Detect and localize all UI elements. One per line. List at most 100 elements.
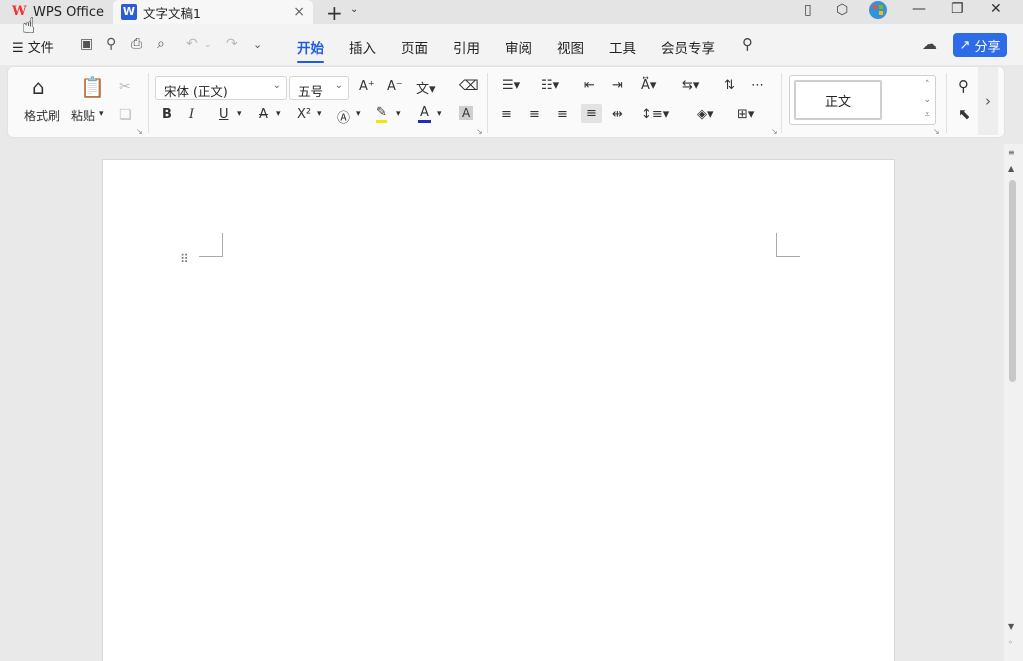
- text-effect-icon[interactable]: Ⓐ: [337, 107, 350, 126]
- text-effect-dropdown-icon[interactable]: ▾: [356, 109, 361, 119]
- paste-dropdown-icon[interactable]: ▾: [99, 109, 104, 119]
- underline-icon[interactable]: U: [219, 107, 229, 122]
- print-icon[interactable]: ⎙: [131, 36, 142, 52]
- underline-dropdown-icon[interactable]: ▾: [237, 109, 242, 119]
- align-right-icon[interactable]: ≡: [557, 107, 568, 122]
- share-button-label: 分享: [974, 39, 1001, 55]
- format-painter-button[interactable]: 格式刷: [24, 107, 60, 124]
- text-direction-icon[interactable]: A⃡▾: [641, 78, 656, 93]
- swap-icon[interactable]: ⇆▾: [682, 78, 699, 93]
- bullet-list-icon[interactable]: ☰▾: [502, 78, 520, 93]
- tab-insert[interactable]: 插入: [349, 37, 376, 57]
- new-tab-icon[interactable]: +: [326, 1, 343, 25]
- font-color-dropdown-icon[interactable]: ▾: [437, 109, 442, 119]
- bold-icon[interactable]: B: [162, 107, 172, 122]
- redo-icon[interactable]: ↷: [226, 36, 238, 52]
- character-shading-icon[interactable]: A: [459, 106, 474, 120]
- scrollbar-thumb[interactable]: [1009, 180, 1016, 382]
- search-icon[interactable]: ⚲: [742, 35, 753, 53]
- phonetic-guide-icon[interactable]: 文▾: [416, 78, 436, 97]
- decrease-indent-icon[interactable]: ⇤: [584, 78, 595, 93]
- tab-page[interactable]: 页面: [401, 37, 428, 57]
- cloud-icon[interactable]: ☁: [922, 35, 937, 53]
- font-color-icon[interactable]: A: [418, 105, 431, 123]
- layout-icon[interactable]: ▯: [804, 2, 812, 18]
- numbered-list-icon[interactable]: ☷▾: [541, 78, 559, 93]
- margin-marker-top-left: [199, 233, 223, 257]
- clear-format-icon[interactable]: ⌫: [459, 78, 479, 94]
- tab-view[interactable]: 视图: [557, 37, 584, 57]
- borders-icon[interactable]: ⊞▾: [737, 107, 754, 122]
- align-center-icon[interactable]: ≡: [529, 107, 540, 122]
- document-page[interactable]: [102, 159, 895, 661]
- find-icon[interactable]: ⚲: [958, 77, 969, 95]
- restore-icon[interactable]: ❐: [951, 1, 964, 17]
- margin-marker-top-right: [776, 233, 800, 257]
- sort-icon[interactable]: ⇅: [724, 78, 735, 93]
- styles-launcher-icon[interactable]: ↘: [933, 127, 940, 136]
- close-window-icon[interactable]: ✕: [990, 1, 1002, 17]
- paste-button[interactable]: 粘贴: [71, 107, 95, 124]
- title-bar: W WPS Office W 文字文稿1 × + ⌄ ▯ ⬡ — ❐ ✕: [0, 0, 1023, 25]
- scroll-up-icon[interactable]: ▲: [1008, 164, 1014, 173]
- font-name-select[interactable]: 宋体 (正文) ⌄: [155, 76, 287, 100]
- strikethrough-dropdown-icon[interactable]: ▾: [276, 109, 281, 119]
- divider: [487, 73, 488, 133]
- quick-access-more-icon[interactable]: ⌄: [253, 38, 262, 51]
- undo-dropdown-icon[interactable]: ⌄: [204, 40, 212, 50]
- minimize-icon[interactable]: —: [912, 1, 926, 17]
- undo-icon[interactable]: ↶: [186, 36, 198, 52]
- tab-member[interactable]: 会员专享: [661, 37, 715, 57]
- highlight-icon[interactable]: ✎: [376, 105, 387, 123]
- save-icon[interactable]: ▣: [80, 36, 93, 52]
- style-gallery-scroll[interactable]: ˄ ⌄ ⩡: [923, 78, 931, 123]
- cube-icon[interactable]: ⬡: [836, 2, 848, 18]
- wps-home-tab-label: WPS Office: [33, 4, 105, 20]
- scroll-split-icon[interactable]: ≡: [1008, 148, 1015, 157]
- line-spacing-icon[interactable]: ↕≡▾: [641, 107, 669, 122]
- grow-font-icon[interactable]: A⁺: [359, 79, 375, 94]
- tab-home[interactable]: 开始: [297, 37, 324, 63]
- ribbon-expand-button[interactable]: ›: [978, 67, 998, 135]
- superscript-dropdown-icon[interactable]: ▾: [317, 109, 322, 119]
- print-preview-icon[interactable]: ⌕: [157, 36, 165, 52]
- italic-icon[interactable]: I: [189, 107, 194, 122]
- font-launcher-icon[interactable]: ↘: [476, 127, 483, 136]
- distributed-icon[interactable]: ⇹: [612, 107, 623, 122]
- wps-home-tab[interactable]: W WPS Office: [4, 0, 108, 24]
- scroll-down-icon[interactable]: ▼: [1008, 622, 1014, 631]
- share-button[interactable]: ↗ 分享: [953, 33, 1007, 57]
- paragraph-drag-handle-icon[interactable]: ⠿: [180, 253, 190, 265]
- superscript-icon[interactable]: X²: [297, 107, 311, 122]
- highlight-dropdown-icon[interactable]: ▾: [396, 109, 401, 119]
- avatar[interactable]: [868, 0, 888, 24]
- align-left-icon[interactable]: ≡: [501, 107, 512, 122]
- vertical-scrollbar[interactable]: ≡ ▲ ▼ ◦: [1004, 144, 1023, 661]
- mouse-pointer-icon: ☝: [22, 14, 36, 39]
- tab-review[interactable]: 审阅: [505, 37, 532, 57]
- paste-icon[interactable]: 📋: [80, 75, 105, 99]
- font-size-select[interactable]: 五号 ⌄: [289, 76, 349, 100]
- style-normal[interactable]: 正文: [794, 80, 882, 120]
- new-tab-dropdown-icon[interactable]: ⌄: [350, 4, 358, 15]
- tab-references[interactable]: 引用: [453, 37, 480, 57]
- file-menu[interactable]: ☰ 文件: [12, 37, 54, 56]
- shrink-font-icon[interactable]: A⁻: [387, 79, 403, 94]
- tab-tools[interactable]: 工具: [609, 37, 636, 57]
- increase-indent-icon[interactable]: ⇥: [612, 78, 623, 93]
- link-icon[interactable]: ⚲: [106, 36, 116, 52]
- writer-doc-icon: W: [121, 4, 137, 20]
- cut-icon[interactable]: ✂: [119, 79, 131, 95]
- strikethrough-icon[interactable]: A: [259, 107, 268, 122]
- clipboard-launcher-icon[interactable]: ↘: [136, 127, 143, 136]
- copy-icon[interactable]: ❏: [119, 107, 132, 123]
- justify-icon[interactable]: ≡: [581, 104, 602, 123]
- show-marks-icon[interactable]: ⋯: [751, 78, 764, 93]
- scroll-prev-page-icon[interactable]: ◦: [1008, 638, 1013, 647]
- paragraph-launcher-icon[interactable]: ↘: [771, 127, 778, 136]
- close-tab-icon[interactable]: ×: [293, 4, 305, 20]
- select-icon[interactable]: ⬉: [958, 105, 971, 123]
- format-painter-icon[interactable]: ⌂: [32, 75, 45, 99]
- shading-icon[interactable]: ◈▾: [697, 107, 714, 122]
- document-tab[interactable]: W 文字文稿1 ×: [113, 0, 313, 24]
